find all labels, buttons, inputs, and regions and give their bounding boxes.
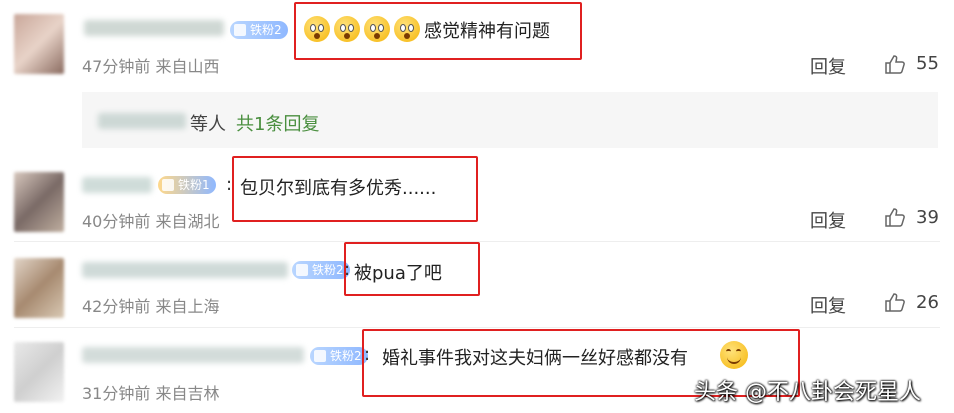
reply-button[interactable]: 回复 xyxy=(810,207,846,233)
comment-time: 40分钟前 xyxy=(82,212,151,231)
badge-label: 铁粉2 xyxy=(330,349,362,363)
reply-button[interactable]: 回复 xyxy=(810,292,846,318)
badge-label: 铁粉1 xyxy=(178,178,210,192)
badge-label: 铁粉2 xyxy=(312,263,344,277)
fan-badge-icon xyxy=(314,350,326,362)
highlight-box xyxy=(232,156,478,222)
comment-meta: 47分钟前 来自山西 xyxy=(82,53,219,77)
avatar[interactable] xyxy=(14,258,64,318)
highlight-box xyxy=(344,242,480,296)
avatar[interactable] xyxy=(14,342,64,402)
thumb-up-icon[interactable] xyxy=(884,292,906,312)
comment-meta: 31分钟前 来自吉林 xyxy=(82,380,219,404)
comment-time: 47分钟前 xyxy=(82,57,151,76)
username[interactable] xyxy=(82,177,152,193)
sub-reply-prefix: 等人 xyxy=(190,114,226,135)
watermark: 头条 @不八卦会死星人 xyxy=(694,380,921,405)
avatar[interactable] xyxy=(14,172,64,232)
fan-badge: 铁粉2 xyxy=(292,261,350,279)
fan-badge: 铁粉2 xyxy=(310,347,368,365)
fan-badge: 铁粉2 xyxy=(230,21,288,39)
fan-badge-icon xyxy=(234,24,246,36)
badge-label: 铁粉2 xyxy=(250,23,282,37)
comment-meta: 40分钟前 来自湖北 xyxy=(82,208,219,232)
fan-badge: 铁粉1 xyxy=(158,176,216,194)
comment-meta: 42分钟前 来自上海 xyxy=(82,293,219,317)
like-count: 55 xyxy=(916,53,939,74)
reply-button[interactable]: 回复 xyxy=(810,53,846,79)
divider xyxy=(14,327,940,328)
comment-location: 来自上海 xyxy=(155,297,220,316)
comment-location: 来自山西 xyxy=(155,57,220,76)
avatar[interactable] xyxy=(14,14,64,74)
comment-location: 来自湖北 xyxy=(155,212,220,231)
username[interactable] xyxy=(82,347,304,363)
thumb-up-icon[interactable] xyxy=(884,207,906,227)
comment-time: 31分钟前 xyxy=(82,384,151,403)
fan-badge-icon xyxy=(296,264,308,276)
comment-time: 42分钟前 xyxy=(82,297,151,316)
thumb-up-icon[interactable] xyxy=(884,54,906,74)
sub-reply-username[interactable] xyxy=(98,113,186,129)
fan-badge-icon xyxy=(162,179,174,191)
username[interactable] xyxy=(82,262,288,278)
username[interactable] xyxy=(84,20,224,36)
comment-location: 来自吉林 xyxy=(155,384,220,403)
sub-reply-link[interactable]: 共1条回复 xyxy=(236,110,319,136)
like-count: 39 xyxy=(916,207,939,228)
like-count: 26 xyxy=(916,292,939,313)
highlight-box xyxy=(294,2,582,60)
